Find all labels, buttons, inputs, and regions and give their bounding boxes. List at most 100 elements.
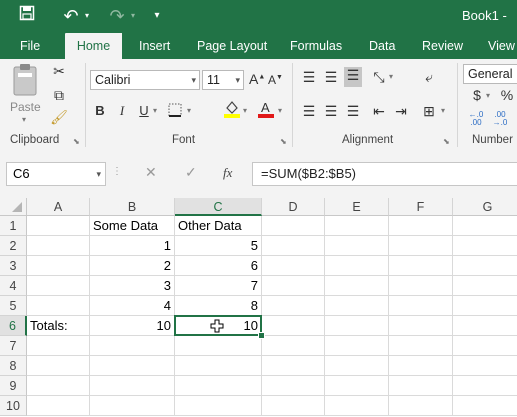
fill-color-dropdown-icon[interactable]: ▾ <box>243 106 247 115</box>
cell-d9[interactable] <box>262 376 325 396</box>
formula-input[interactable]: =SUM($B2:$B5) <box>252 162 517 186</box>
cell-g8[interactable] <box>453 356 517 376</box>
row-header-2[interactable]: 2 <box>0 236 27 256</box>
cell-f1[interactable] <box>389 216 453 236</box>
merge-dropdown-icon[interactable]: ▾ <box>441 106 445 115</box>
font-size-dropdown[interactable]: 11 ▾ <box>202 70 244 90</box>
cell-e2[interactable] <box>325 236 389 256</box>
column-header-e[interactable]: E <box>325 198 389 216</box>
cell-a1[interactable] <box>27 216 90 236</box>
font-color-button[interactable]: A <box>257 99 275 119</box>
cell-f9[interactable] <box>389 376 453 396</box>
align-right-icon[interactable]: ☰ <box>344 103 362 120</box>
font-launcher-icon[interactable]: ⬊ <box>280 137 287 146</box>
row-header-7[interactable]: 7 <box>0 336 27 356</box>
top-align-icon[interactable]: ☰ <box>300 69 318 86</box>
cell-d1[interactable] <box>262 216 325 236</box>
cell-g9[interactable] <box>453 376 517 396</box>
cell-c5[interactable]: 8 <box>175 296 262 316</box>
cell-g10[interactable] <box>453 396 517 416</box>
cell-g3[interactable] <box>453 256 517 276</box>
cell-a10[interactable] <box>27 396 90 416</box>
select-all-button[interactable] <box>0 198 27 216</box>
customize-qat-icon[interactable]: ▾ <box>150 5 164 27</box>
cell-c2[interactable]: 5 <box>175 236 262 256</box>
cell-d10[interactable] <box>262 396 325 416</box>
cell-a7[interactable] <box>27 336 90 356</box>
cell-e7[interactable] <box>325 336 389 356</box>
redo-icon[interactable]: ↷ <box>106 5 128 27</box>
row-header-5[interactable]: 5 <box>0 296 27 316</box>
cell-f8[interactable] <box>389 356 453 376</box>
cell-g1[interactable] <box>453 216 517 236</box>
shrink-font-button[interactable]: A▼ <box>268 73 283 87</box>
cell-b6[interactable]: 10 <box>90 316 175 336</box>
column-header-d[interactable]: D <box>262 198 325 216</box>
decrease-indent-icon[interactable]: ⇤ <box>370 103 388 120</box>
underline-button[interactable]: U <box>137 103 151 118</box>
cell-d6[interactable] <box>262 316 325 336</box>
alignment-launcher-icon[interactable]: ⬊ <box>443 137 450 146</box>
redo-dropdown-icon[interactable]: ▾ <box>128 5 138 27</box>
font-color-dropdown-icon[interactable]: ▾ <box>278 106 282 115</box>
cell-f10[interactable] <box>389 396 453 416</box>
enter-icon[interactable]: ✓ <box>185 164 197 181</box>
cell-b10[interactable] <box>90 396 175 416</box>
italic-button[interactable]: I <box>115 103 129 119</box>
column-header-c[interactable]: C <box>175 198 262 216</box>
name-box[interactable]: C6 ▾ <box>6 162 106 186</box>
clipboard-launcher-icon[interactable]: ⬊ <box>73 137 80 146</box>
cell-b2[interactable]: 1 <box>90 236 175 256</box>
cell-d2[interactable] <box>262 236 325 256</box>
cell-g7[interactable] <box>453 336 517 356</box>
cell-d8[interactable] <box>262 356 325 376</box>
cell-c3[interactable]: 6 <box>175 256 262 276</box>
cell-e1[interactable] <box>325 216 389 236</box>
cell-a5[interactable] <box>27 296 90 316</box>
cell-e10[interactable] <box>325 396 389 416</box>
cell-c7[interactable] <box>175 336 262 356</box>
cell-b9[interactable] <box>90 376 175 396</box>
decrease-decimal-icon[interactable]: .00 →.0 <box>490 111 510 127</box>
cell-b1[interactable]: Some Data <box>90 216 175 236</box>
row-header-8[interactable]: 8 <box>0 356 27 376</box>
cell-a2[interactable] <box>27 236 90 256</box>
tab-file[interactable]: File <box>20 33 40 59</box>
grow-font-button[interactable]: A▲ <box>249 71 265 87</box>
cell-a9[interactable] <box>27 376 90 396</box>
cell-f2[interactable] <box>389 236 453 256</box>
tab-review[interactable]: Review <box>422 33 463 59</box>
cell-b3[interactable]: 2 <box>90 256 175 276</box>
row-header-6[interactable]: 6 <box>0 316 27 336</box>
percent-button[interactable]: % <box>500 87 514 103</box>
orientation-icon[interactable]: ⤡ <box>370 69 388 86</box>
align-left-icon[interactable]: ☰ <box>300 103 318 120</box>
font-name-dropdown[interactable]: Calibri ▾ <box>90 70 200 90</box>
column-header-g[interactable]: G <box>453 198 517 216</box>
cell-f6[interactable] <box>389 316 453 336</box>
cell-c4[interactable]: 7 <box>175 276 262 296</box>
cell-b8[interactable] <box>90 356 175 376</box>
merge-center-icon[interactable]: ⊞ <box>420 103 438 120</box>
column-header-a[interactable]: A <box>27 198 90 216</box>
insert-function-icon[interactable]: fx <box>223 165 232 181</box>
cell-e3[interactable] <box>325 256 389 276</box>
increase-indent-icon[interactable]: ⇥ <box>392 103 410 120</box>
cell-b4[interactable]: 3 <box>90 276 175 296</box>
undo-icon[interactable]: ↶ <box>60 5 82 27</box>
chevron-down-icon[interactable]: ▾ <box>96 163 101 185</box>
orientation-dropdown-icon[interactable]: ▾ <box>389 72 393 81</box>
cell-f5[interactable] <box>389 296 453 316</box>
format-painter-icon[interactable]: 🖌 <box>48 109 70 127</box>
paste-dropdown-icon[interactable]: ▾ <box>22 115 26 124</box>
column-header-b[interactable]: B <box>90 198 175 216</box>
paste-button[interactable] <box>8 63 44 123</box>
save-icon[interactable] <box>16 5 38 27</box>
cell-g4[interactable] <box>453 276 517 296</box>
tab-insert[interactable]: Insert <box>139 33 170 59</box>
cell-d3[interactable] <box>262 256 325 276</box>
row-header-9[interactable]: 9 <box>0 376 27 396</box>
fill-color-button[interactable] <box>223 99 241 119</box>
tab-view[interactable]: View <box>488 33 515 59</box>
underline-dropdown-icon[interactable]: ▾ <box>153 106 157 115</box>
